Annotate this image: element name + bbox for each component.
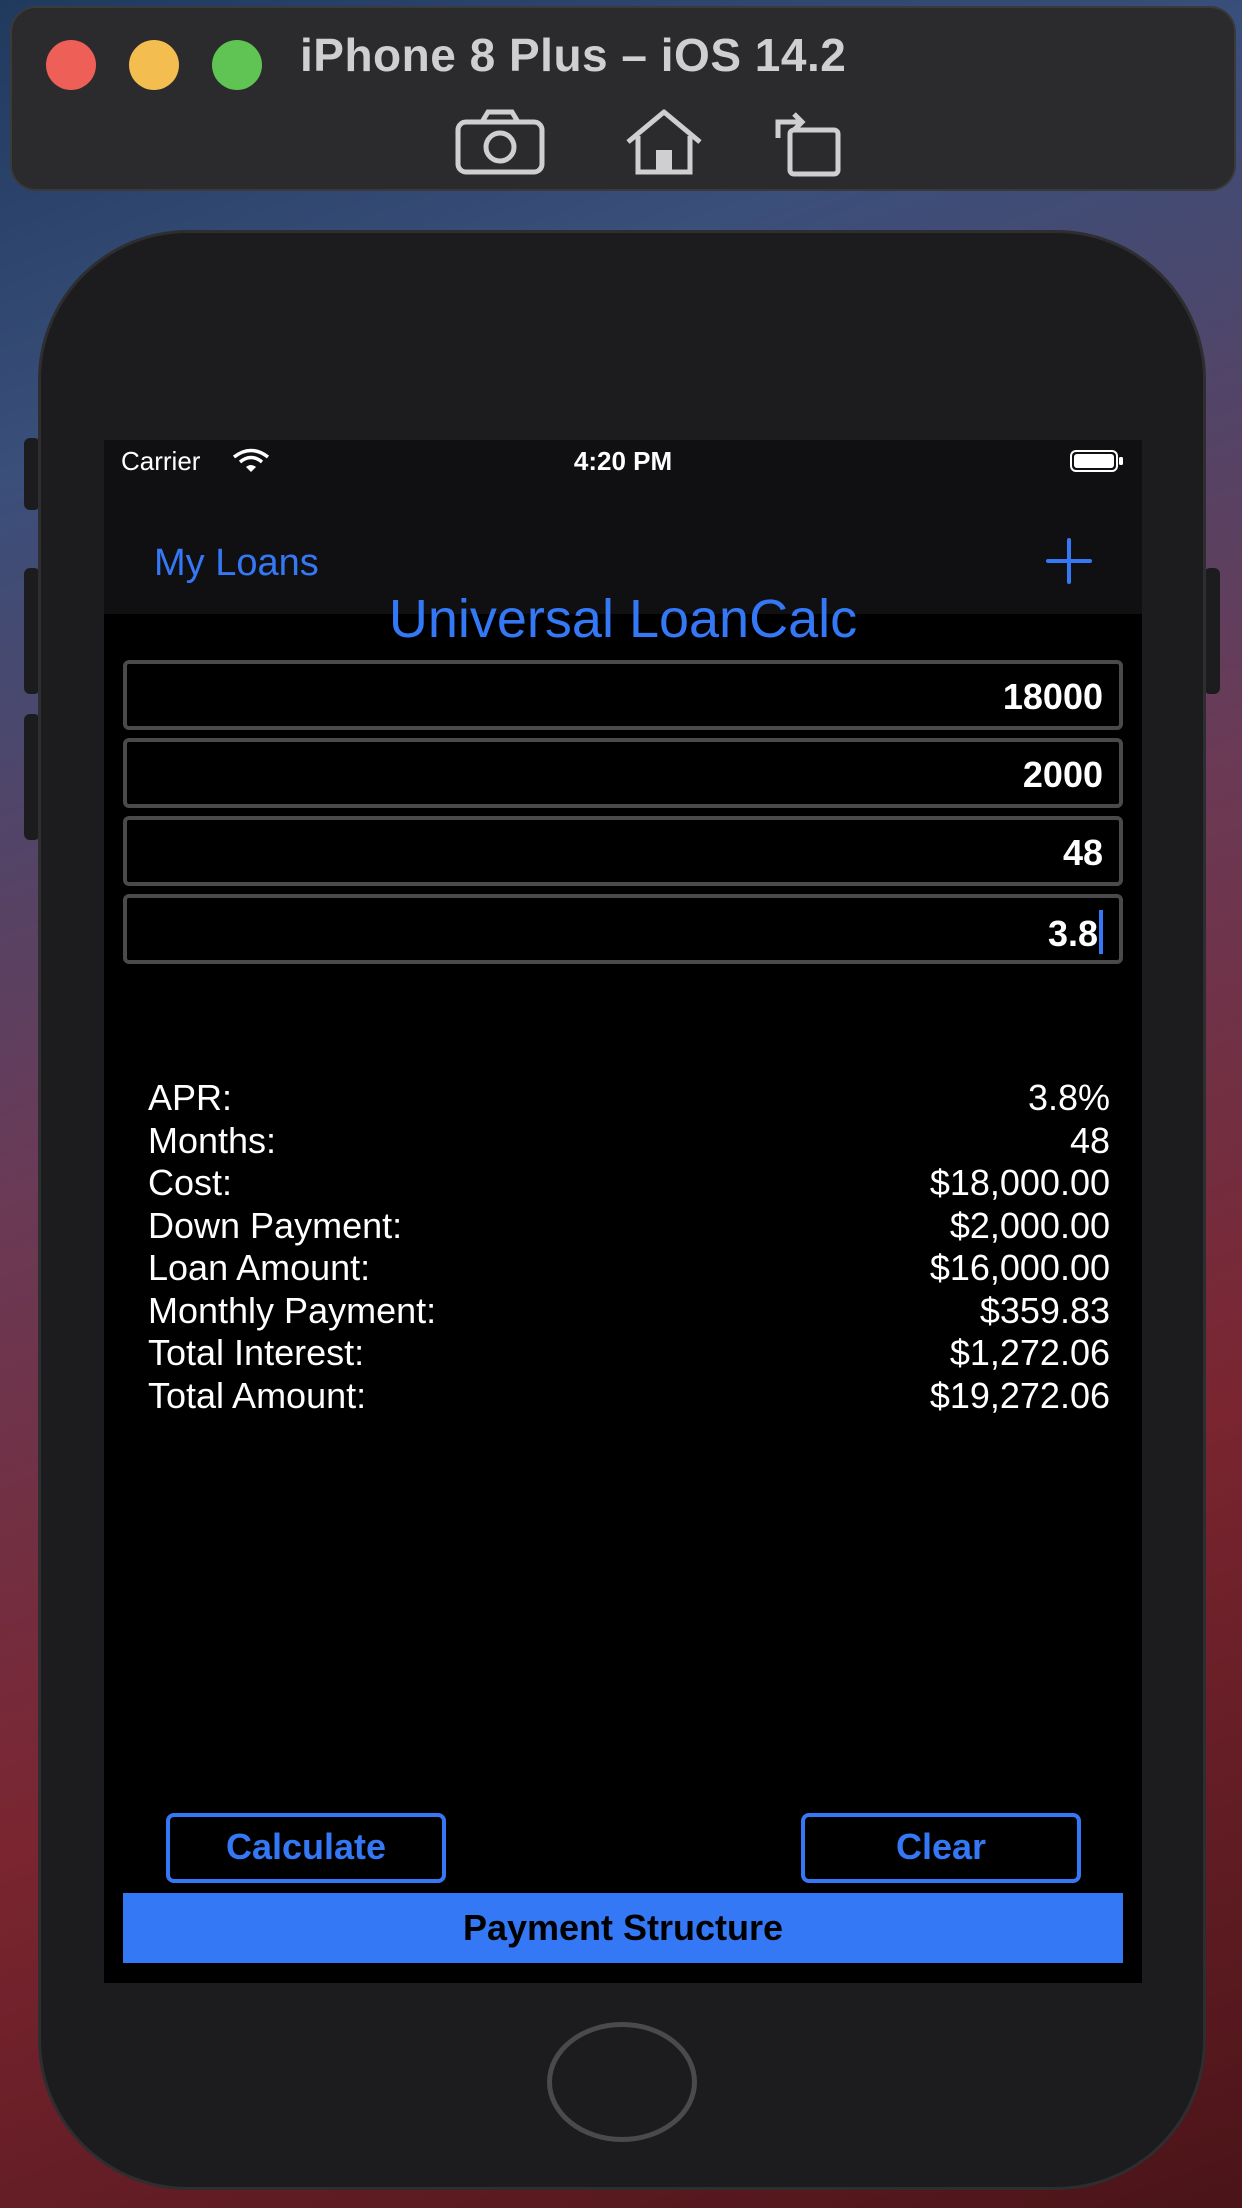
result-row-months: Months: 48 [148,1120,1110,1163]
apr-field-value: 3.8 [1047,913,1098,954]
status-time: 4:20 PM [573,446,673,476]
result-row-total-amount: Total Amount: $19,272.06 [148,1375,1110,1418]
result-value: $18,000.00 [929,1162,1110,1203]
page-title: Universal LoanCalc [388,589,858,649]
result-value: $359.83 [979,1289,1110,1331]
home-icon[interactable] [616,108,712,178]
result-row-monthly-payment: Monthly Payment: $359.83 [148,1290,1110,1333]
app-screen: Carrier 4:20 PM My Loans Universal LoanC… [104,440,1142,1983]
results-list: APR: 3.8% Months: 48 Cost: $18,000.00 Do… [148,1077,1110,1417]
my-loans-back-button[interactable]: My Loans [154,542,319,585]
simulator-title: iPhone 8 Plus – iOS 14.2 [300,29,847,81]
result-label: APR: [148,1077,233,1118]
payment-structure-button[interactable]: Payment Structure [123,1893,1123,1963]
result-label: Months: [148,1119,277,1161]
result-label: Total Interest: [148,1332,365,1373]
rotate-icon[interactable] [764,108,860,178]
simulator-title-bar: iPhone 8 Plus – iOS 14.2 [10,6,1236,191]
apr-field[interactable]: 3.8 [123,894,1123,964]
power-button [1204,568,1220,694]
result-label: Total Amount: [148,1374,367,1416]
minimize-window-button[interactable] [129,40,179,90]
months-field-value: 48 [1062,832,1103,873]
result-label: Cost: [148,1162,233,1203]
calculate-button[interactable]: Calculate [166,1813,446,1883]
result-value: 48 [1069,1119,1110,1161]
close-window-button[interactable] [46,40,96,90]
result-value: $1,272.06 [949,1332,1110,1373]
result-row-loan-amount: Loan Amount: $16,000.00 [148,1247,1110,1290]
result-value: $2,000.00 [949,1204,1110,1246]
home-button[interactable] [547,2022,697,2142]
result-label: Down Payment: [148,1204,403,1246]
result-value: 3.8% [1027,1077,1110,1118]
down-payment-field[interactable]: 2000 [123,738,1123,808]
result-value: $16,000.00 [929,1247,1110,1288]
plus-icon[interactable] [1046,538,1092,584]
result-row-total-interest: Total Interest: $1,272.06 [148,1332,1110,1375]
result-label: Monthly Payment: [148,1289,437,1331]
result-row-cost: Cost: $18,000.00 [148,1162,1110,1205]
result-row-apr: APR: 3.8% [148,1077,1110,1120]
cost-field[interactable]: 18000 [123,660,1123,730]
result-label: Loan Amount: [148,1247,371,1288]
result-row-down-payment: Down Payment: $2,000.00 [148,1205,1110,1248]
status-bar: Carrier 4:20 PM [104,440,1142,480]
battery-icon [1070,450,1123,472]
screenshot-icon[interactable] [452,108,548,178]
clear-button[interactable]: Clear [801,1813,1081,1883]
cost-field-value: 18000 [1002,676,1103,717]
down-payment-field-value: 2000 [1022,754,1103,795]
months-field[interactable]: 48 [123,816,1123,886]
zoom-window-button[interactable] [212,40,262,90]
text-cursor [1099,910,1103,954]
result-value: $19,272.06 [929,1374,1110,1416]
